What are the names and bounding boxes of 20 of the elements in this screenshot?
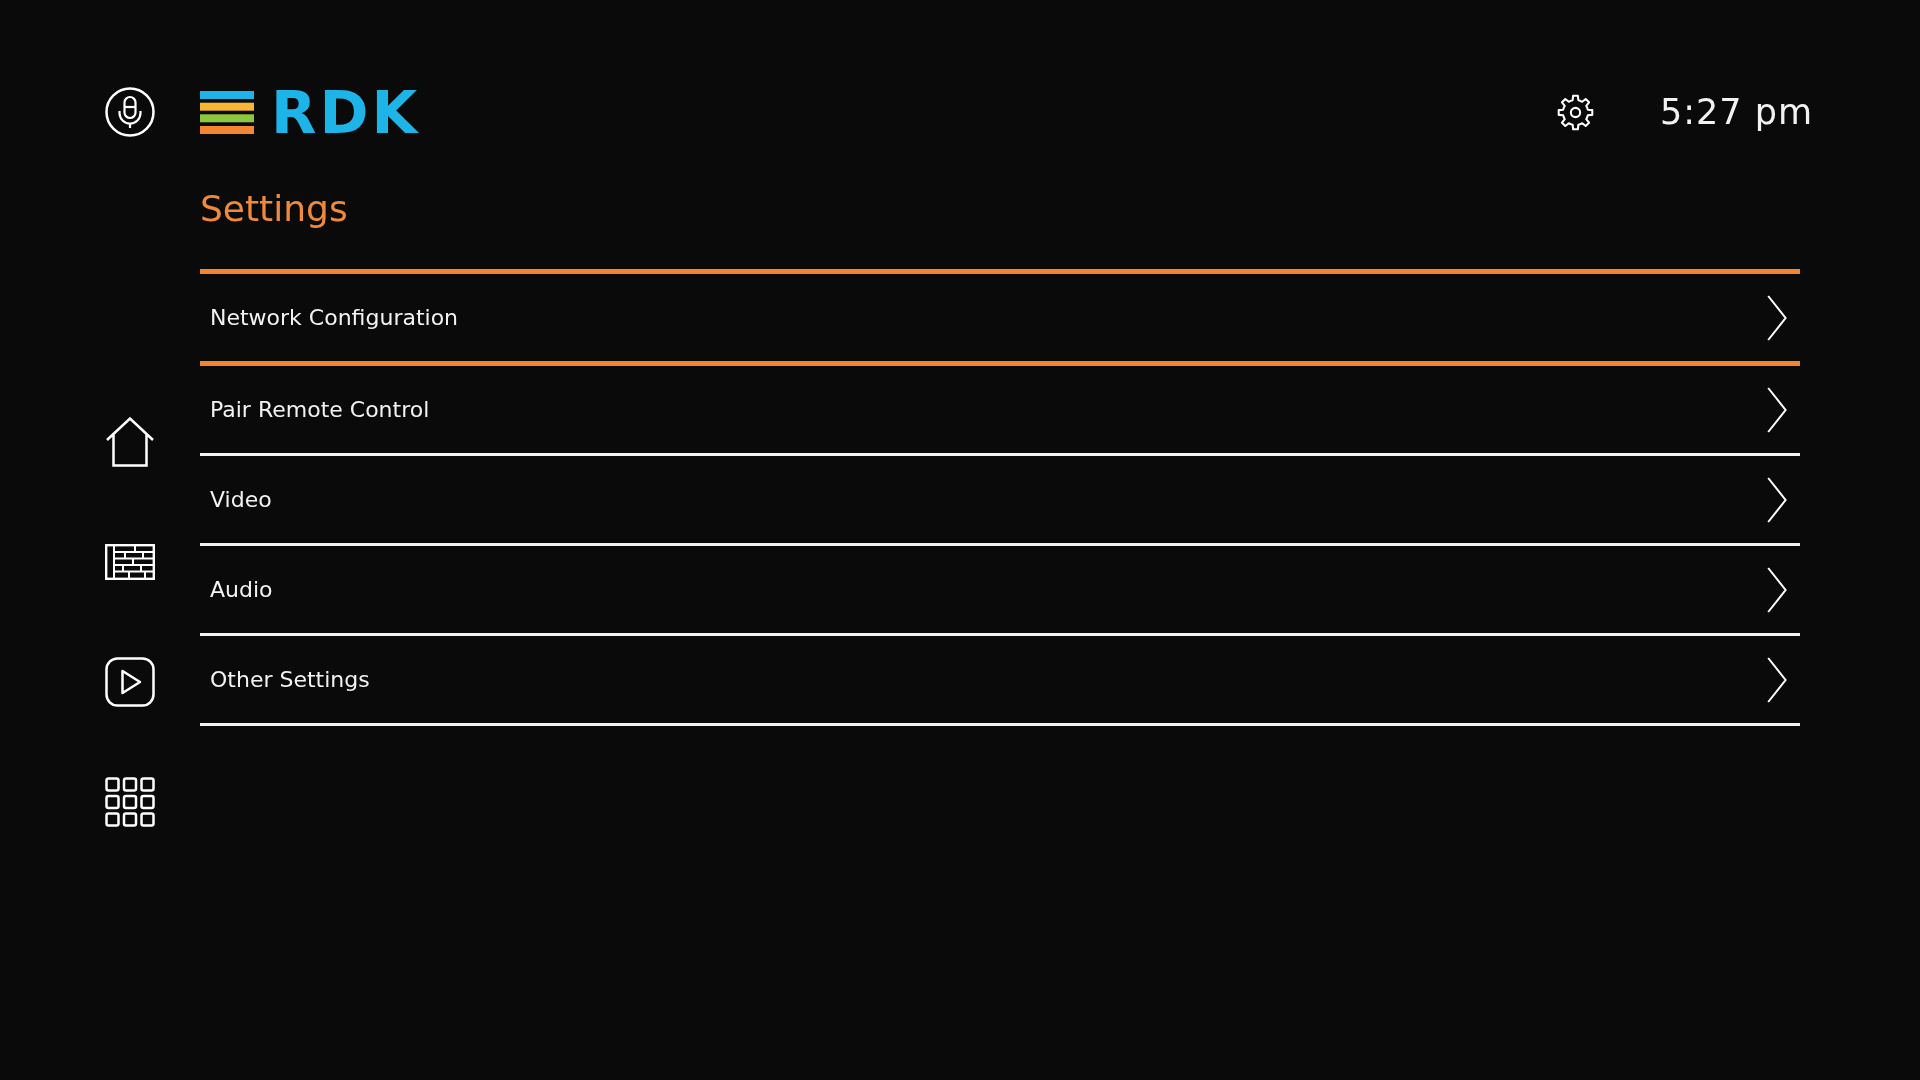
chevron-icon: [1767, 386, 1787, 433]
apps-grid-icon[interactable]: [105, 777, 155, 827]
chevron-icon: [1767, 656, 1787, 703]
menu-item[interactable]: Network Configuration: [200, 269, 1800, 366]
logo-text: RDK: [271, 82, 421, 142]
menu-item[interactable]: Audio: [200, 546, 1800, 636]
microphone-icon[interactable]: [105, 87, 155, 137]
table-grid-icon[interactable]: [105, 544, 155, 580]
chevron-icon: [1767, 476, 1787, 523]
logo-bars-icon: [200, 90, 254, 134]
home-icon[interactable]: [105, 417, 155, 467]
play-icon[interactable]: [105, 657, 155, 707]
clock-time: 5:27 pm: [1659, 91, 1813, 133]
chevron-icon: [1767, 294, 1787, 341]
menu-item[interactable]: Pair Remote Control: [200, 366, 1800, 456]
page-title: Settings: [200, 187, 349, 231]
menu-item[interactable]: Video: [200, 456, 1800, 546]
settings-icon[interactable]: [1556, 93, 1594, 131]
menu-item[interactable]: Other Settings: [200, 636, 1800, 726]
chevron-icon: [1767, 566, 1787, 613]
